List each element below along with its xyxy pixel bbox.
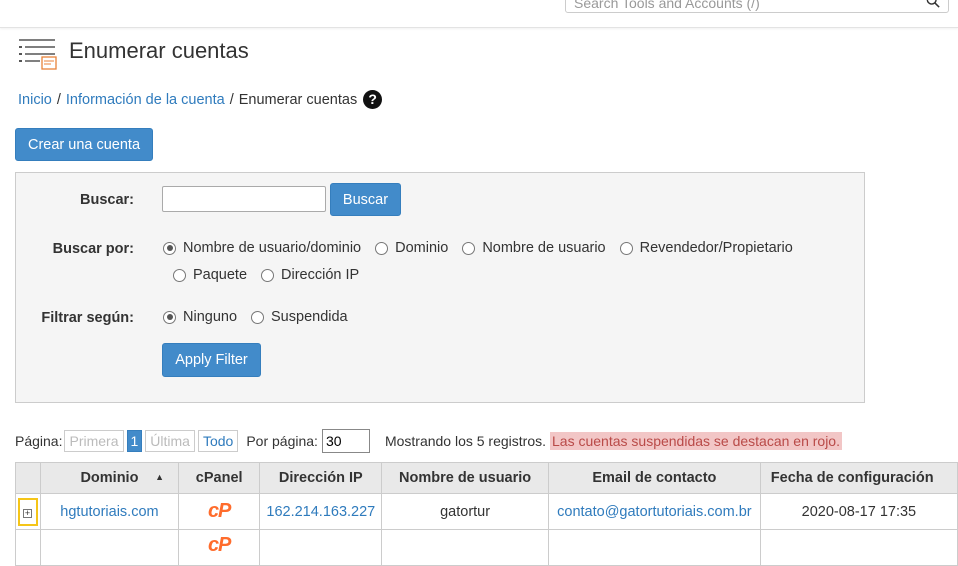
breadcrumb-current: Enumerar cuentas: [238, 91, 358, 108]
email-link[interactable]: contato@gatortutoriais.com.br: [557, 504, 751, 520]
filter-options-row: Ninguno Suspendida: [163, 309, 362, 325]
tools-search-input[interactable]: [574, 0, 914, 12]
filter-none-radio[interactable]: Ninguno: [163, 309, 237, 325]
expand-cell: [15, 529, 41, 566]
username-cell: [381, 529, 549, 566]
domain-cell: [39, 529, 179, 566]
username-column-header[interactable]: Nombre de usuario: [381, 462, 549, 494]
search-by-options-row1: Nombre de usuario/dominio Dominio Nombre…: [163, 240, 807, 256]
email-cell: [547, 529, 761, 566]
table-row: cP: [15, 529, 958, 566]
suspended-notice: Las cuentas suspendidas se destacan en r…: [550, 432, 842, 450]
search-button[interactable]: Buscar: [330, 183, 401, 216]
domain-link[interactable]: hgtutoriais.com: [60, 504, 158, 520]
first-page-button[interactable]: Primera: [64, 430, 124, 452]
search-input[interactable]: [162, 186, 326, 212]
setup-date-cell: 2020-08-17 17:35: [759, 493, 958, 530]
accounts-table: Dominio ▲ cPanel Dirección IP Nombre de u…: [15, 462, 958, 566]
radio-icon: [375, 241, 389, 255]
expand-row-toggle[interactable]: +: [18, 497, 38, 526]
email-column-header[interactable]: Email de contacto: [547, 462, 761, 494]
ip-cell: 162.214.163.227: [259, 493, 383, 530]
plus-box-icon: +: [23, 507, 32, 518]
radio-icon: [251, 310, 265, 324]
filter-panel: Buscar: Buscar Buscar por: Nombre de usu…: [15, 172, 865, 403]
current-page-button[interactable]: 1: [126, 430, 143, 452]
help-icon[interactable]: ?: [363, 90, 383, 109]
page-label: Página:: [15, 433, 63, 449]
pagination-bar: Página: Primera 1 Última Todo Por página…: [15, 429, 842, 453]
expand-cell: +: [15, 493, 41, 530]
email-cell: contato@gatortutoriais.com.br: [547, 493, 761, 530]
per-page-input[interactable]: [321, 429, 370, 453]
apply-filter-button[interactable]: Apply Filter: [162, 343, 261, 377]
search-by-username-domain-radio[interactable]: Nombre de usuario/dominio: [163, 240, 361, 256]
breadcrumb: Inicio / Información de la cuenta / Enum…: [18, 90, 383, 109]
search-by-username-radio[interactable]: Nombre de usuario: [462, 240, 606, 256]
username-cell: gatortur: [381, 493, 549, 530]
table-header-row: Dominio ▲ cPanel Dirección IP Nombre de u…: [15, 462, 958, 494]
table-row: + hgtutoriais.com cP 162.214.163.227 gat…: [15, 493, 958, 530]
magnifier-icon[interactable]: [926, 0, 940, 8]
domain-column-header[interactable]: Dominio ▲: [39, 462, 179, 494]
all-pages-button[interactable]: Todo: [197, 430, 239, 452]
radio-checked-icon: [163, 310, 176, 324]
setup-date-column-header[interactable]: Fecha de configuración: [759, 462, 958, 494]
cpanel-logo-icon[interactable]: cP: [208, 500, 231, 522]
create-account-button[interactable]: Crear una cuenta: [15, 128, 153, 161]
filter-label: Filtrar según:: [41, 310, 134, 326]
breadcrumb-section-link[interactable]: Información de la cuenta: [66, 92, 225, 108]
radio-icon: [173, 268, 186, 282]
top-bar: [0, 0, 958, 28]
search-by-options-row2: Paquete Dirección IP: [173, 267, 373, 283]
breadcrumb-separator: /: [229, 91, 234, 108]
ip-link[interactable]: 162.214.163.227: [266, 504, 375, 520]
search-by-label: Buscar por:: [52, 241, 134, 257]
cpanel-cell: cP: [177, 529, 261, 566]
search-by-reseller-radio[interactable]: Revendedor/Propietario: [619, 240, 793, 256]
tools-search-box[interactable]: [565, 0, 949, 13]
page-title: Enumerar cuentas: [69, 38, 249, 63]
breadcrumb-home-link[interactable]: Inicio: [18, 92, 52, 108]
filter-suspended-radio[interactable]: Suspendida: [251, 309, 348, 325]
ip-cell: [259, 529, 383, 566]
list-accounts-icon: [19, 39, 57, 70]
cpanel-column-header[interactable]: cPanel: [177, 462, 261, 494]
cpanel-cell: cP: [177, 493, 261, 530]
breadcrumb-separator: /: [56, 91, 61, 108]
search-by-ip-radio[interactable]: Dirección IP: [261, 267, 359, 283]
radio-icon: [462, 241, 476, 255]
showing-records-text: Mostrando los 5 registros.: [384, 433, 547, 449]
expand-column-header: [15, 462, 41, 494]
radio-icon: [261, 268, 275, 282]
setup-date-cell: [759, 529, 958, 566]
per-page-label: Por página:: [246, 433, 318, 449]
search-by-domain-radio[interactable]: Dominio: [375, 240, 448, 256]
cpanel-logo-icon[interactable]: cP: [208, 534, 231, 556]
ip-column-header[interactable]: Dirección IP: [259, 462, 383, 494]
search-label: Buscar:: [80, 192, 134, 208]
search-by-package-radio[interactable]: Paquete: [173, 267, 247, 283]
last-page-button[interactable]: Última: [145, 430, 195, 452]
domain-cell: hgtutoriais.com: [39, 493, 179, 530]
radio-icon: [619, 241, 633, 255]
sort-asc-icon: ▲: [155, 472, 164, 482]
radio-checked-icon: [163, 241, 176, 255]
